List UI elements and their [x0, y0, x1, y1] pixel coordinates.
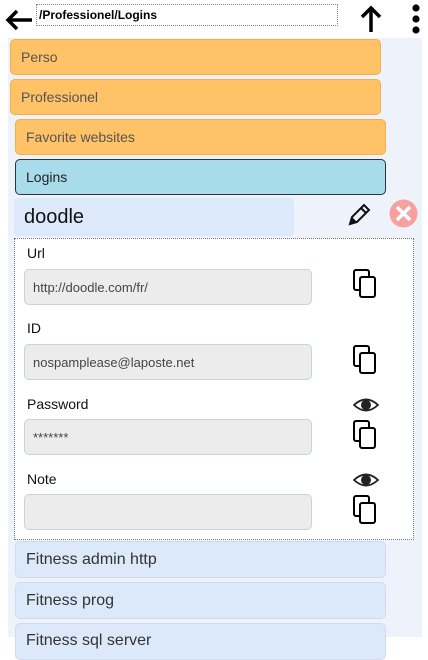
note-field[interactable]: [24, 494, 312, 530]
id-label: ID: [27, 320, 41, 336]
pencil-icon[interactable]: [346, 202, 372, 228]
group-logins[interactable]: Logins: [15, 159, 386, 195]
url-field[interactable]: http://doodle.com/fr/: [24, 269, 312, 305]
copy-icon[interactable]: [352, 494, 378, 526]
list-item[interactable]: Fitness admin http: [15, 541, 386, 578]
copy-icon[interactable]: [352, 419, 378, 451]
copy-icon[interactable]: [352, 268, 378, 300]
list-item[interactable]: Fitness prog: [15, 582, 386, 619]
password-field[interactable]: *******: [24, 419, 312, 455]
group-perso[interactable]: Perso: [10, 39, 381, 75]
back-arrow-icon[interactable]: [4, 8, 34, 32]
entry-title[interactable]: doodle: [14, 198, 294, 236]
group-professionel[interactable]: Professionel: [10, 79, 381, 115]
list-item[interactable]: Fitness sql server: [15, 623, 386, 660]
id-field[interactable]: nospamplease@laposte.net: [24, 344, 312, 380]
delete-icon[interactable]: [389, 199, 418, 228]
up-arrow-icon[interactable]: [359, 5, 383, 33]
note-label: Note: [27, 471, 57, 487]
top-bar: /Professionel/Logins: [0, 0, 428, 38]
password-label: Password: [27, 396, 89, 412]
kebab-menu-icon[interactable]: [410, 3, 422, 35]
eye-icon[interactable]: [353, 397, 379, 413]
path-field[interactable]: /Professionel/Logins: [36, 4, 338, 26]
copy-icon[interactable]: [352, 344, 378, 376]
eye-icon[interactable]: [353, 472, 379, 488]
group-favorite-websites[interactable]: Favorite websites: [15, 119, 386, 155]
url-label: Url: [27, 245, 45, 261]
